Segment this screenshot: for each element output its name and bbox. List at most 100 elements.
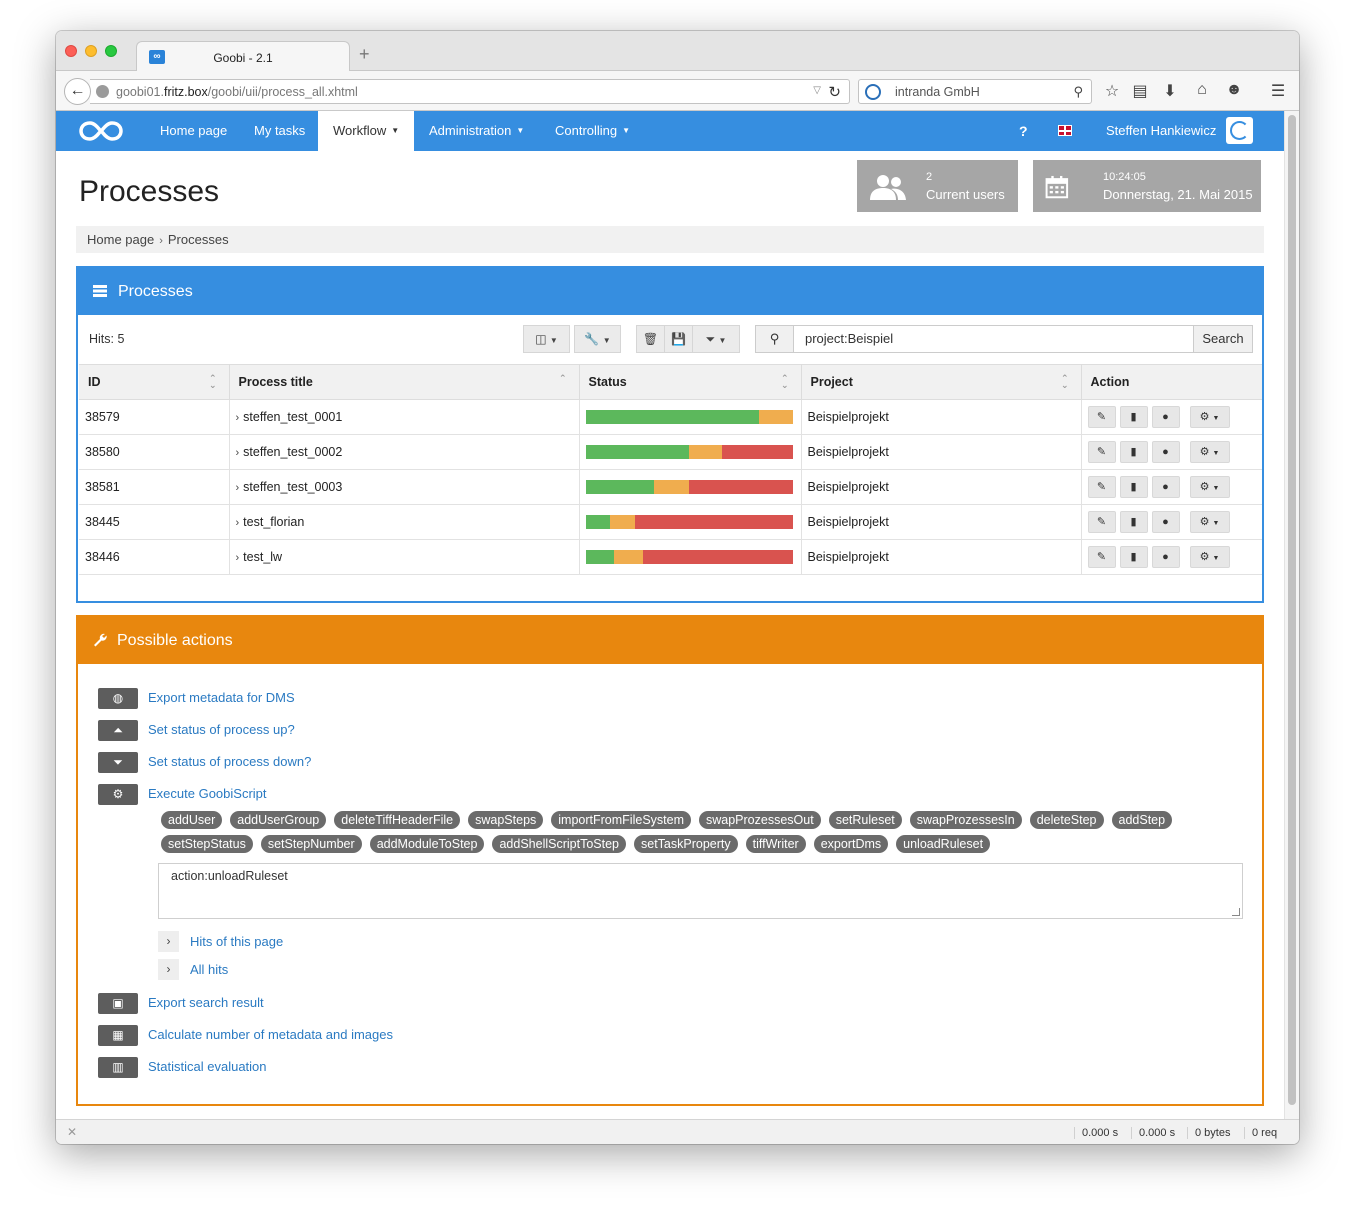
- statistics-link[interactable]: Statistical evaluation: [148, 1059, 267, 1074]
- goobiscript-tag[interactable]: setRuleset: [828, 811, 902, 829]
- export-search-link[interactable]: Export search result: [148, 995, 264, 1010]
- goobiscript-textarea[interactable]: action:unloadRuleset: [158, 863, 1243, 919]
- delete-button[interactable]: 🗑: [636, 325, 665, 353]
- cell-title[interactable]: › steffen_test_0003: [229, 469, 580, 505]
- gear-dropdown-icon[interactable]: ⚙ ▼: [1189, 406, 1230, 428]
- goobi-logo-icon[interactable]: [78, 119, 124, 143]
- minimize-window-button[interactable]: [85, 45, 97, 57]
- globe-icon[interactable]: ●: [1151, 441, 1180, 463]
- new-tab-plus-icon[interactable]: +: [359, 45, 370, 63]
- goobiscript-tag[interactable]: setStepStatus: [161, 835, 253, 853]
- magnifier-icon[interactable]: ⚲: [1073, 84, 1083, 100]
- nav-home-page[interactable]: Home page: [160, 111, 227, 151]
- help-icon[interactable]: ?: [1019, 111, 1028, 151]
- history-dropdown-icon[interactable]: ▽: [813, 85, 821, 96]
- gear-dropdown-icon[interactable]: ⚙ ▼: [1189, 476, 1230, 498]
- book-icon[interactable]: ▮: [1119, 511, 1148, 533]
- process-search-input[interactable]: project:Beispiel: [793, 325, 1194, 353]
- export-dms-link[interactable]: Export metadata for DMS: [148, 690, 295, 705]
- status-up-link[interactable]: Set status of process up?: [148, 722, 295, 737]
- goobiscript-tag[interactable]: setStepNumber: [260, 835, 362, 853]
- user-avatar[interactable]: [1226, 117, 1253, 144]
- gear-dropdown-icon[interactable]: ⚙ ▼: [1189, 546, 1230, 568]
- chat-icon[interactable]: ☻: [1224, 81, 1244, 99]
- chevron-right-icon[interactable]: ›: [236, 552, 240, 564]
- chevron-right-icon[interactable]: ›: [236, 517, 240, 529]
- tools-button[interactable]: 🔧 ▼: [574, 325, 621, 353]
- goobiscript-tag[interactable]: swapProzessesIn: [909, 811, 1022, 829]
- goobiscript-tag[interactable]: importFromFileSystem: [551, 811, 691, 829]
- edit-pencil-icon[interactable]: ✎: [1087, 546, 1116, 568]
- cell-title[interactable]: › steffen_test_0001: [229, 399, 580, 435]
- search-button[interactable]: Search: [1193, 325, 1253, 353]
- hits-of-this-page-link[interactable]: Hits of this page: [190, 934, 283, 949]
- nav-my-tasks[interactable]: My tasks: [254, 111, 305, 151]
- goobiscript-tag[interactable]: unloadRuleset: [896, 835, 991, 853]
- chevron-right-icon[interactable]: ›: [236, 447, 240, 459]
- save-button[interactable]: 💾: [664, 325, 693, 353]
- nav-controlling[interactable]: Controlling ▼: [555, 111, 630, 151]
- reload-icon[interactable]: ↻: [828, 83, 841, 101]
- edit-pencil-icon[interactable]: ✎: [1087, 441, 1116, 463]
- chevron-right-icon[interactable]: ›: [236, 412, 240, 424]
- globe-icon[interactable]: ●: [1151, 511, 1180, 533]
- goobiscript-tag[interactable]: addUserGroup: [230, 811, 327, 829]
- maximize-window-button[interactable]: [105, 45, 117, 57]
- sort-icon[interactable]: ⌃ ⌄: [1061, 374, 1069, 390]
- calc-metadata-link[interactable]: Calculate number of metadata and images: [148, 1027, 393, 1042]
- status-down-link[interactable]: Set status of process down?: [148, 754, 311, 769]
- globe-icon[interactable]: ●: [1151, 406, 1180, 428]
- globe-icon[interactable]: ●: [1151, 476, 1180, 498]
- edit-pencil-icon[interactable]: ✎: [1087, 511, 1116, 533]
- nav-workflow[interactable]: Workflow ▼: [318, 111, 414, 151]
- book-icon[interactable]: ▮: [1119, 476, 1148, 498]
- gear-dropdown-icon[interactable]: ⚙ ▼: [1189, 441, 1230, 463]
- close-icon[interactable]: ✕: [67, 1125, 77, 1139]
- cell-title[interactable]: › test_lw: [229, 539, 580, 575]
- globe-icon[interactable]: ●: [1151, 546, 1180, 568]
- breadcrumb-home[interactable]: Home page: [87, 232, 154, 247]
- cell-title[interactable]: › steffen_test_0002: [229, 434, 580, 470]
- sort-icon[interactable]: ⌃ ⌄: [209, 374, 217, 390]
- url-text[interactable]: goobi01.fritz.box/goobi/uii/process_all.…: [116, 85, 358, 99]
- book-icon[interactable]: ▮: [1119, 546, 1148, 568]
- goobiscript-link[interactable]: Execute GoobiScript: [148, 786, 267, 801]
- browser-tab[interactable]: ∞ Goobi - 2.1: [136, 41, 350, 72]
- column-header-id[interactable]: ID ⌃ ⌄: [79, 364, 230, 400]
- cell-title[interactable]: › test_florian: [229, 504, 580, 540]
- menu-icon[interactable]: ☰: [1268, 81, 1288, 101]
- chevron-right-icon[interactable]: ›: [236, 482, 240, 494]
- goobiscript-tag[interactable]: swapProzessesOut: [699, 811, 821, 829]
- column-header-status[interactable]: Status ⌃ ⌄: [579, 364, 802, 400]
- nav-administration[interactable]: Administration ▼: [429, 111, 524, 151]
- english-flag-icon[interactable]: [1058, 125, 1072, 136]
- goobiscript-tag[interactable]: swapSteps: [468, 811, 544, 829]
- column-header-project[interactable]: Project ⌃ ⌄: [801, 364, 1082, 400]
- filter-button[interactable]: ⏷ ▼: [692, 325, 740, 353]
- column-header-title[interactable]: Process title ⌃: [229, 364, 580, 400]
- goobiscript-tag[interactable]: addStep: [1111, 811, 1173, 829]
- user-name[interactable]: Steffen Hankiewicz: [1106, 111, 1216, 151]
- close-window-button[interactable]: [65, 45, 77, 57]
- back-button[interactable]: ←: [64, 78, 91, 105]
- sort-ascending-icon[interactable]: ⌃: [559, 374, 567, 383]
- page-scrollbar[interactable]: [1284, 111, 1299, 1119]
- scrollbar-thumb[interactable]: [1288, 115, 1296, 1105]
- goobiscript-tag[interactable]: deleteStep: [1029, 811, 1104, 829]
- search-engine-icon[interactable]: [865, 84, 881, 100]
- goobiscript-tag[interactable]: addUser: [161, 811, 223, 829]
- download-icon[interactable]: ⬇: [1160, 81, 1180, 101]
- edit-pencil-icon[interactable]: ✎: [1087, 406, 1116, 428]
- sort-icon[interactable]: ⌃ ⌄: [781, 374, 789, 390]
- gear-dropdown-icon[interactable]: ⚙ ▼: [1189, 511, 1230, 533]
- reading-list-icon[interactable]: ▤: [1130, 81, 1150, 101]
- goobiscript-tag[interactable]: exportDms: [813, 835, 889, 853]
- book-icon[interactable]: ▮: [1119, 441, 1148, 463]
- goobiscript-tag[interactable]: setTaskProperty: [634, 835, 738, 853]
- resize-handle[interactable]: [1232, 908, 1240, 916]
- home-icon[interactable]: ⌂: [1192, 81, 1212, 99]
- goobiscript-tag[interactable]: tiffWriter: [745, 835, 806, 853]
- columns-button[interactable]: ◫ ▼: [523, 325, 570, 353]
- goobiscript-tag[interactable]: addShellScriptToStep: [492, 835, 626, 853]
- all-hits-link[interactable]: All hits: [190, 962, 228, 977]
